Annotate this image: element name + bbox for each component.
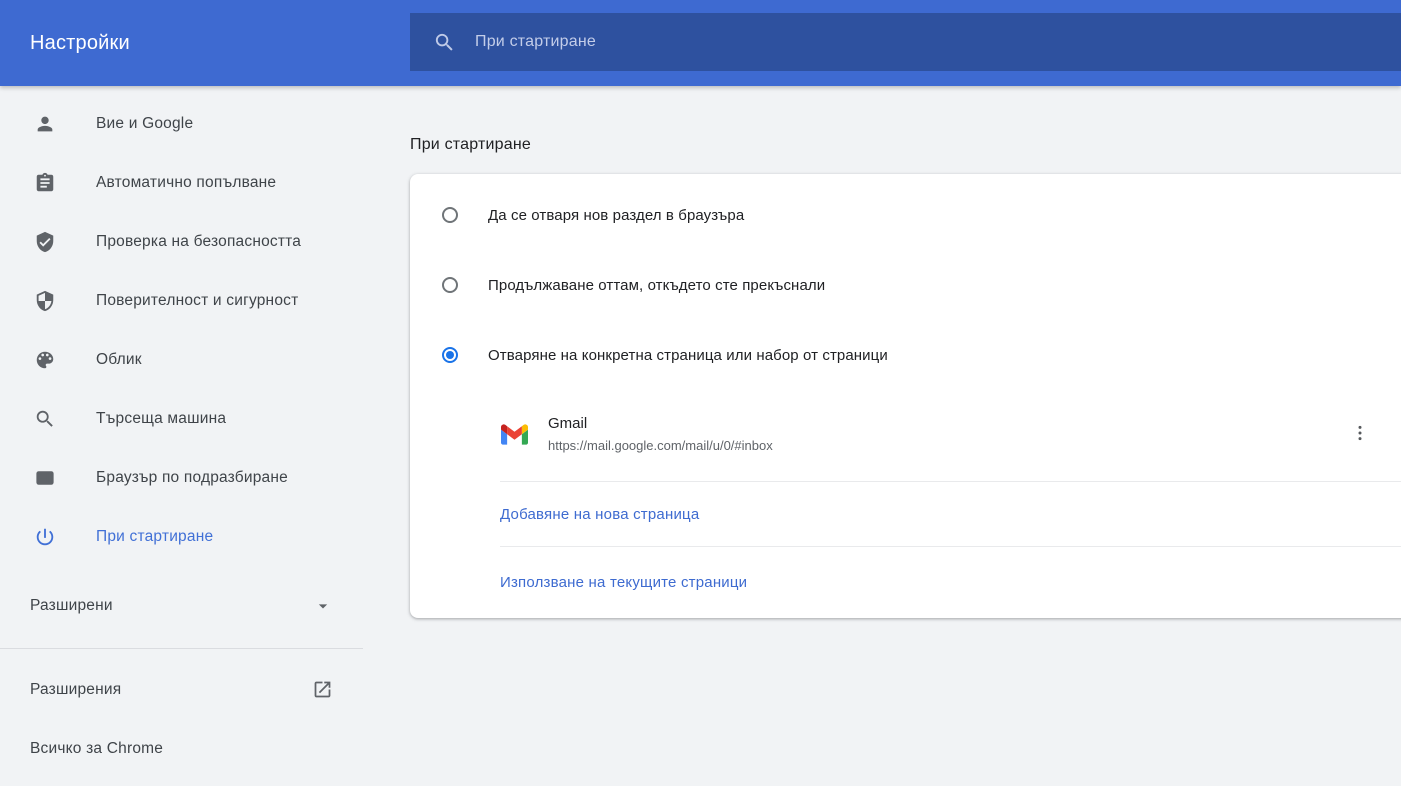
radio-button[interactable]	[442, 207, 458, 223]
sidebar-item-search-engine[interactable]: Търсеща машина	[0, 389, 363, 448]
radio-option-continue[interactable]: Продължаване оттам, откъдето сте прекъсн…	[410, 250, 1401, 320]
main-content: При стартиране Да се отваря нов раздел в…	[363, 86, 1401, 786]
startup-page-info: Gmail https://mail.google.com/mail/u/0/#…	[548, 415, 773, 453]
palette-icon	[34, 349, 56, 371]
search-icon	[433, 31, 456, 54]
content: Вие и Google Автоматично попълване Прове…	[0, 86, 1401, 786]
startup-page-title: Gmail	[548, 415, 773, 432]
advanced-label: Разширени	[30, 597, 113, 615]
use-current-pages-label: Използване на текущите страници	[500, 574, 747, 591]
more-options-button[interactable]	[1340, 414, 1380, 454]
sidebar-item-safety-check[interactable]: Проверка на безопасността	[0, 212, 363, 271]
use-current-pages-button[interactable]: Използване на текущите страници	[410, 547, 1401, 617]
radio-button[interactable]	[442, 277, 458, 293]
shield-check-icon	[34, 231, 56, 253]
sidebar-item-label: Търсеща машина	[96, 410, 226, 428]
gmail-icon	[501, 424, 528, 445]
sidebar-item-privacy-security[interactable]: Поверителност и сигурност	[0, 271, 363, 330]
sidebar-divider	[0, 648, 363, 649]
sidebar-item-label: Проверка на безопасността	[96, 233, 301, 251]
page-title: Настройки	[30, 32, 130, 55]
kebab-menu-icon	[1351, 424, 1369, 445]
sidebar-item-label: Браузър по подразбиране	[96, 469, 288, 487]
sidebar-item-label: Поверителност и сигурност	[96, 292, 298, 310]
sidebar-item-about-chrome[interactable]: Всичко за Chrome	[0, 719, 363, 778]
extensions-label: Разширения	[30, 681, 121, 699]
sidebar-item-appearance[interactable]: Облик	[0, 330, 363, 389]
sidebar-item-on-startup[interactable]: При стартиране	[0, 507, 363, 566]
clipboard-icon	[34, 172, 56, 194]
power-icon	[34, 526, 56, 548]
sidebar-advanced-toggle[interactable]: Разширени	[0, 576, 363, 635]
chevron-down-icon	[313, 596, 333, 616]
settings-search-bar[interactable]	[410, 13, 1401, 71]
radio-button-selected[interactable]	[442, 347, 458, 363]
about-label: Всичко за Chrome	[30, 740, 163, 758]
option-label: Отваряне на конкретна страница или набор…	[488, 347, 888, 364]
browser-window-icon	[34, 467, 56, 489]
search-icon	[34, 408, 56, 430]
sidebar-item-autofill[interactable]: Автоматично попълване	[0, 153, 363, 212]
option-label: Продължаване оттам, откъдето сте прекъсн…	[488, 277, 825, 294]
startup-page-url: https://mail.google.com/mail/u/0/#inbox	[548, 438, 773, 453]
radio-option-specific-pages[interactable]: Отваряне на конкретна страница или набор…	[410, 320, 1401, 390]
sidebar: Вие и Google Автоматично попълване Прове…	[0, 86, 363, 786]
sidebar-item-label: Облик	[96, 351, 142, 369]
option-label: Да се отваря нов раздел в браузъра	[488, 207, 744, 224]
sidebar-item-extensions[interactable]: Разширения	[0, 660, 363, 719]
add-page-button[interactable]: Добавяне на нова страница	[410, 482, 1401, 546]
sidebar-item-label: Автоматично попълване	[96, 174, 276, 192]
radio-option-new-tab[interactable]: Да се отваря нов раздел в браузъра	[410, 180, 1401, 250]
sidebar-item-default-browser[interactable]: Браузър по подразбиране	[0, 448, 363, 507]
sidebar-item-label: Вие и Google	[96, 115, 193, 133]
sidebar-item-label: При стартиране	[96, 528, 213, 546]
external-link-icon	[312, 679, 333, 700]
section-title: При стартиране	[410, 136, 1401, 154]
sidebar-item-you-and-google[interactable]: Вие и Google	[0, 94, 363, 153]
add-page-label: Добавяне на нова страница	[500, 506, 699, 523]
startup-page-row[interactable]: Gmail https://mail.google.com/mail/u/0/#…	[410, 398, 1401, 470]
on-startup-card: Да се отваря нов раздел в браузъра Продъ…	[410, 174, 1401, 618]
person-icon	[34, 113, 56, 135]
header: Настройки	[0, 0, 1401, 86]
security-shield-icon	[34, 290, 56, 312]
search-input[interactable]	[475, 33, 1401, 51]
